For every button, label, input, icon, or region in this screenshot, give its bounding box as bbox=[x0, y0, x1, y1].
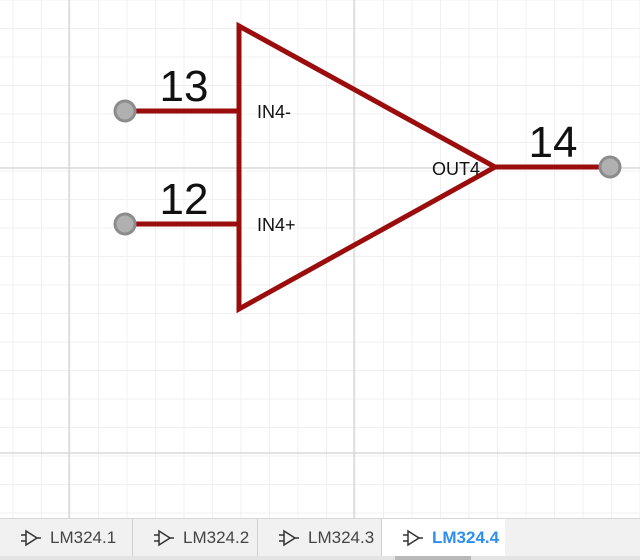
grid-major bbox=[0, 0, 640, 518]
pin-13-name: IN4- bbox=[257, 102, 291, 122]
pin-12-name: IN4+ bbox=[257, 215, 296, 235]
opamp-icon bbox=[403, 529, 423, 547]
grid-minor bbox=[0, 0, 640, 518]
pin-12-number: 12 bbox=[160, 175, 209, 224]
pin-14-number: 14 bbox=[529, 118, 578, 167]
tab-label: LM324.1 bbox=[50, 528, 117, 547]
pin-14-end[interactable] bbox=[598, 155, 622, 179]
tab-label: LM324.3 bbox=[308, 528, 375, 547]
tab-lm324-4[interactable]: LM324.4 bbox=[382, 519, 505, 557]
tab-label: LM324.2 bbox=[183, 528, 250, 547]
opamp-icon bbox=[279, 529, 299, 547]
pin-13[interactable]: 13 IN4- bbox=[113, 62, 291, 123]
tab-label: LM324.4 bbox=[432, 528, 500, 547]
pin-13-end[interactable] bbox=[113, 99, 137, 123]
tab-lm324-2[interactable]: LM324.2 bbox=[133, 519, 258, 557]
pin-13-number: 13 bbox=[160, 62, 209, 111]
pin-14-name: OUT4 bbox=[432, 159, 480, 179]
pin-12[interactable]: 12 IN4+ bbox=[113, 175, 296, 236]
schematic-canvas[interactable]: 13 IN4- 12 IN4+ 14 OUT4 bbox=[0, 0, 640, 518]
pin-12-end[interactable] bbox=[113, 212, 137, 236]
horizontal-scrollbar-track[interactable] bbox=[0, 556, 640, 560]
part-tab-bar: LM324.1 LM324.2 LM324.3 LM324.4 bbox=[0, 518, 640, 560]
tab-lm324-1[interactable]: LM324.1 bbox=[0, 519, 133, 557]
opamp-icon bbox=[21, 529, 41, 547]
horizontal-scrollbar-thumb[interactable] bbox=[395, 556, 471, 560]
opamp-icon bbox=[154, 529, 174, 547]
tab-lm324-3[interactable]: LM324.3 bbox=[258, 519, 382, 557]
